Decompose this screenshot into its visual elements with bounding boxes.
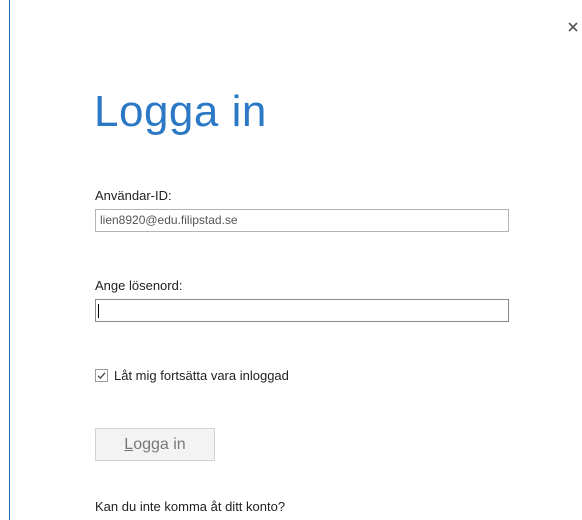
user-id-field[interactable]: lien8920@edu.filipstad.se (95, 209, 509, 232)
dialog-left-border (9, 0, 10, 520)
account-help-link[interactable]: Kan du inte komma åt ditt konto? (95, 499, 285, 514)
text-caret (98, 304, 99, 318)
user-id-label: Användar-ID: (95, 188, 172, 203)
page-title: Logga in (94, 87, 267, 136)
checkmark-icon (97, 371, 106, 379)
remember-me-row[interactable]: Låt mig fortsätta vara inloggad (95, 367, 289, 383)
close-icon (568, 22, 578, 32)
signin-button-mnemonic: L (124, 436, 134, 453)
signin-button[interactable]: Logga in (95, 428, 215, 461)
password-label: Ange lösenord: (95, 278, 183, 293)
signin-button-label: ogga in (133, 436, 186, 453)
remember-me-label: Låt mig fortsätta vara inloggad (114, 367, 289, 383)
close-button[interactable] (566, 20, 580, 34)
remember-me-checkbox[interactable] (95, 368, 108, 382)
signin-dialog: Logga in Användar-ID: lien8920@edu.filip… (0, 0, 582, 520)
password-field[interactable] (95, 299, 509, 322)
